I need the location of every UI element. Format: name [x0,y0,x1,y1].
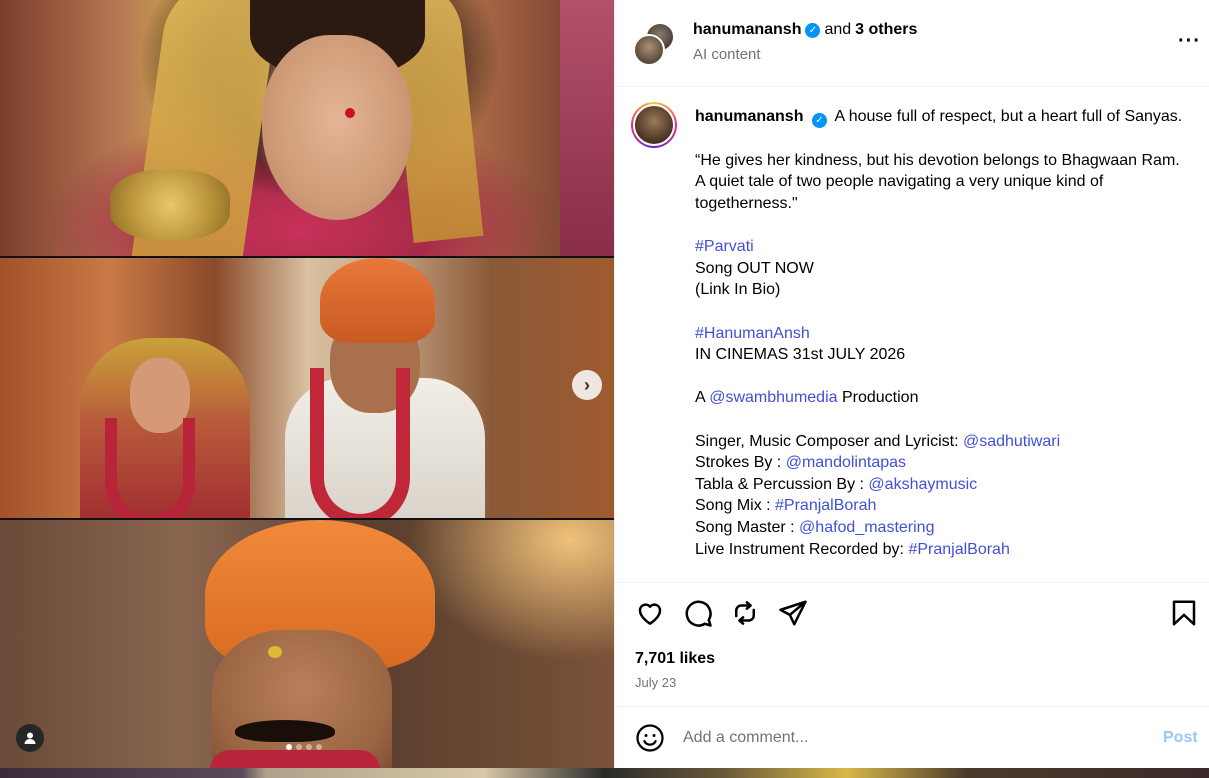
next-post-preview-strip [0,768,1209,778]
caption-line: “He gives her kindness, but his devotion… [695,151,1180,213]
carousel-dot [306,744,312,750]
caption-line-prefix: Live Instrument Recorded by: [695,540,909,558]
caption-line-prefix: Song Mix : [695,497,776,515]
others-link[interactable]: 3 others [855,21,917,39]
emoji-icon[interactable] [635,723,665,753]
post-header: hanumanansh ✓ and 3 others AI content ··… [615,0,1209,87]
media-frame-wedding-couple [0,258,614,518]
hashtag-link[interactable]: #Parvati [695,238,754,255]
avatar [633,34,665,66]
hashtag-link[interactable]: #PranjalBorah [908,541,1009,558]
caption-line-prefix: Tabla & Percussion By : [695,475,869,493]
post-date[interactable]: July 23 [635,675,676,690]
caption-section: hanumanansh ✓ A house full of respect, b… [615,88,1209,582]
verified-badge-icon: ✓ [805,22,821,38]
carousel-dot [286,744,292,750]
caption-line-prefix: A [695,389,710,407]
avatar [633,104,675,146]
comment-input[interactable] [683,725,1123,751]
caption-text: hanumanansh ✓ A house full of respect, b… [695,106,1185,560]
caption-username-link[interactable]: hanumanansh [695,108,803,125]
ai-content-label[interactable]: AI content [693,46,761,63]
caption-line: IN CINEMAS 31st JULY 2026 [695,346,906,364]
user-icon [24,732,36,744]
media-frame-bride-closeup [0,0,614,256]
chevron-right-icon: › [584,374,590,395]
verified-badge-icon: ✓ [811,113,827,129]
caption-line-suffix: Production [837,389,919,407]
caption-line: A house full of respect, but a heart ful… [834,108,1183,125]
comment-icon[interactable] [683,598,713,628]
post-media-carousel[interactable]: › [0,0,614,768]
post-actions: 7,701 likes July 23 [615,582,1209,706]
media-frame-groom-closeup [0,520,614,768]
caption-author-avatar[interactable] [631,102,677,148]
caption-line: Song OUT NOW [695,259,814,277]
mention-link[interactable]: @hafod_mastering [799,519,934,536]
more-options-button[interactable]: ··· [1178,30,1201,53]
save-icon[interactable] [1169,598,1199,628]
post-details-pane: hanumanansh ✓ and 3 others AI content ··… [614,0,1209,768]
carousel-dot [296,744,302,750]
and-text: and [824,21,852,38]
post-comment-button[interactable]: Post [1163,729,1198,747]
likes-count[interactable]: 7,701 likes [635,650,715,668]
post-authors: hanumanansh ✓ and 3 others [693,21,917,39]
collab-avatars[interactable] [633,22,677,66]
hashtag-link[interactable]: #PranjalBorah [775,497,876,514]
carousel-next-button[interactable]: › [572,370,602,400]
author-username-link[interactable]: hanumanansh [693,21,801,39]
mention-link[interactable]: @mandolintapas [786,454,906,471]
caption-line-prefix: Song Master : [695,518,800,536]
tagged-users-button[interactable] [16,724,44,752]
repost-icon[interactable] [730,598,760,628]
caption-line-prefix: Singer, Music Composer and Lyricist: [695,432,963,450]
heart-icon[interactable] [635,598,665,628]
caption-line-prefix: Strokes By : [695,454,786,472]
hashtag-link[interactable]: #HanumanAnsh [695,325,810,342]
comment-box: Post [615,706,1209,768]
share-icon[interactable] [778,598,808,628]
mention-link[interactable]: @swambhumedia [709,389,837,406]
more-icon: ··· [1178,30,1201,52]
mention-link[interactable]: @sadhutiwari [963,433,1060,450]
caption-line: (Link In Bio) [695,281,781,299]
carousel-dot [316,744,322,750]
mention-link[interactable]: @akshaymusic [868,476,977,493]
carousel-indicator [286,744,322,750]
